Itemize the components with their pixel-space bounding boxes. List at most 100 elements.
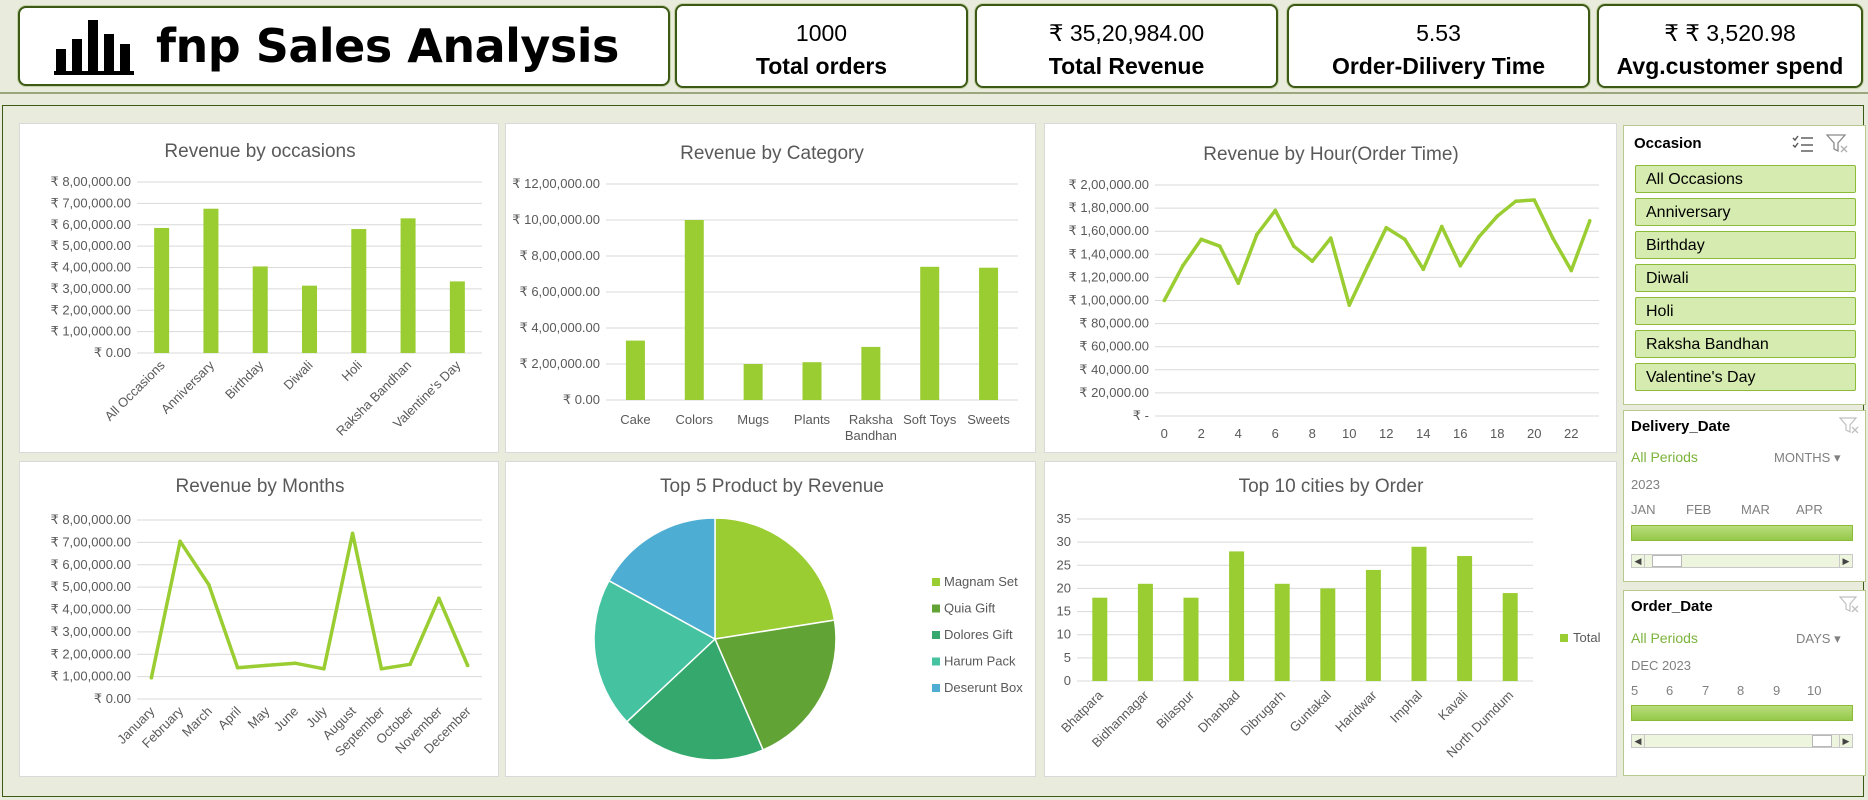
timeline-year: DEC 2023 bbox=[1631, 658, 1691, 673]
slicer-item-raksha-bandhan[interactable]: Raksha Bandhan bbox=[1635, 330, 1856, 358]
bar bbox=[625, 340, 645, 400]
clear-filter-icon[interactable] bbox=[1839, 417, 1859, 435]
timeline-selection-bar[interactable] bbox=[1631, 705, 1853, 721]
timeline-scrollbar[interactable]: ◀ ▶ bbox=[1631, 554, 1853, 568]
data-point bbox=[408, 662, 412, 667]
timeline-tick: APR bbox=[1796, 502, 1823, 517]
slicer-item-all-occasions[interactable]: All Occasions bbox=[1635, 165, 1856, 193]
data-point bbox=[149, 675, 154, 680]
chart-revenue-by-occasions: Revenue by occasions ₹ 0.00 ₹ 1,00,000.00 ₹… bbox=[50, 141, 482, 439]
legend-label: Magnam Set bbox=[944, 574, 1018, 589]
y-tick-label: 25 bbox=[1057, 557, 1071, 572]
clear-filter-icon[interactable] bbox=[1826, 134, 1848, 154]
bar bbox=[203, 208, 219, 353]
bar bbox=[449, 281, 465, 353]
slicer-item-birthday[interactable]: Birthday bbox=[1635, 231, 1856, 259]
data-point bbox=[178, 539, 182, 544]
x-tick-label: Sweets bbox=[967, 412, 1010, 427]
bar bbox=[1229, 551, 1245, 681]
timeline-tick: MAR bbox=[1741, 502, 1770, 517]
timeline-unit-select[interactable]: DAYS ▾ bbox=[1796, 631, 1841, 647]
data-point bbox=[1254, 232, 1259, 237]
y-tick-label: ₹ 4,00,000.00 bbox=[519, 320, 600, 335]
kpi-delivery-time: 5.53 Order-Dilivery Time bbox=[1287, 4, 1590, 88]
panel-revenue-hour: Revenue by Hour(Order Time) ₹ - ₹ 20,000.0… bbox=[1044, 123, 1617, 453]
x-tick-label: Plants bbox=[794, 412, 831, 427]
data-point bbox=[1513, 199, 1518, 203]
x-tick-label: March bbox=[179, 704, 215, 740]
kpi-label: Total orders bbox=[755, 53, 888, 79]
multi-select-icon[interactable] bbox=[1792, 134, 1814, 154]
timeline-period: All Periods bbox=[1631, 449, 1698, 465]
timeline-title: Order_Date bbox=[1631, 598, 1713, 615]
scroll-right-icon[interactable]: ▶ bbox=[1839, 555, 1852, 567]
y-tick-label: ₹ 6,00,000.00 bbox=[519, 284, 600, 299]
timeline-title: Delivery_Date bbox=[1631, 418, 1731, 435]
y-tick-label: ₹ 6,00,000.00 bbox=[50, 217, 131, 232]
x-tick-label: Diwali bbox=[280, 357, 315, 392]
scroll-thumb[interactable] bbox=[1812, 735, 1832, 747]
x-tick-label: 14 bbox=[1416, 426, 1430, 441]
panel-revenue-occasions: Revenue by occasions ₹ 0.00 ₹ 1,00,000.00 ₹… bbox=[19, 123, 499, 453]
legend-label: Dolores Gift bbox=[944, 627, 1013, 642]
x-tick-label: Bilaspur bbox=[1153, 687, 1197, 731]
slicer-item-holi[interactable]: Holi bbox=[1635, 297, 1856, 325]
data-point bbox=[1569, 268, 1574, 273]
y-tick-label: ₹ 0.00 bbox=[94, 691, 131, 706]
series-line bbox=[1162, 198, 1592, 307]
y-tick-label: ₹ 4,00,000.00 bbox=[50, 602, 131, 617]
timeline-year: 2023 bbox=[1631, 477, 1660, 492]
data-point bbox=[1162, 298, 1167, 303]
chart-revenue-by-category: Revenue by Category ₹ 0.00 ₹ 2,00,000.00 ₹ … bbox=[512, 143, 1018, 443]
legend-label: Quia Gift bbox=[944, 601, 996, 616]
timeline-unit-select[interactable]: MONTHS ▾ bbox=[1774, 450, 1841, 466]
data-point bbox=[350, 531, 355, 536]
y-tick-label: ₹ 7,00,000.00 bbox=[50, 534, 131, 549]
x-tick-label: Dhanbad bbox=[1195, 688, 1243, 736]
bar bbox=[252, 266, 268, 353]
chart-top-cities: Top 10 cities by Order05101520253035Bhat… bbox=[1057, 476, 1601, 760]
x-tick-label: 20 bbox=[1527, 426, 1541, 441]
bar bbox=[1411, 546, 1427, 681]
y-tick-label: 20 bbox=[1057, 580, 1071, 595]
clear-filter-icon[interactable] bbox=[1839, 596, 1859, 614]
scroll-left-icon[interactable]: ◀ bbox=[1632, 555, 1645, 567]
timeline-tick: 8 bbox=[1737, 683, 1745, 698]
data-point bbox=[1495, 214, 1500, 218]
kpi-total-revenue: ₹ 35,20,984.00 Total Revenue bbox=[975, 4, 1278, 88]
y-tick-label: 0 bbox=[1064, 673, 1071, 688]
y-tick-label: ₹ 2,00,000.00 bbox=[519, 356, 600, 371]
slicer-item-diwali[interactable]: Diwali bbox=[1635, 264, 1856, 292]
x-tick-label: Cake bbox=[620, 412, 650, 427]
x-tick-label: 16 bbox=[1453, 426, 1467, 441]
x-tick-label: 2 bbox=[1198, 426, 1205, 441]
scroll-right-icon[interactable]: ▶ bbox=[1839, 735, 1852, 747]
data-point bbox=[1458, 264, 1463, 268]
slicer-item-valentines-day[interactable]: Valentine's Day bbox=[1635, 363, 1856, 391]
x-tick-label: 22 bbox=[1564, 426, 1578, 441]
data-point bbox=[1384, 225, 1389, 230]
title-card: fnp Sales Analysis bbox=[18, 6, 670, 86]
y-tick-label: 15 bbox=[1057, 604, 1071, 619]
x-tick-label: Haridwar bbox=[1332, 687, 1380, 735]
series-line bbox=[149, 531, 470, 679]
data-point bbox=[1310, 259, 1315, 264]
timeline-scrollbar[interactable]: ◀ ▶ bbox=[1631, 734, 1853, 748]
x-tick-label: 18 bbox=[1490, 426, 1504, 441]
x-tick-label: Raksha Bandhan bbox=[845, 412, 897, 443]
x-tick-label: Colors bbox=[675, 412, 713, 427]
x-tick-label: Soft Toys bbox=[903, 412, 957, 427]
timeline-selection-bar[interactable] bbox=[1631, 525, 1853, 541]
pie-slice bbox=[714, 517, 836, 640]
x-tick-label: Kavali bbox=[1435, 687, 1471, 723]
chart-title: Revenue by Months bbox=[176, 476, 345, 497]
data-point bbox=[1476, 235, 1481, 239]
scroll-left-icon[interactable]: ◀ bbox=[1632, 735, 1645, 747]
bar bbox=[1274, 583, 1290, 681]
y-tick-label: ₹ 12,00,000.00 bbox=[512, 176, 600, 191]
scroll-thumb[interactable] bbox=[1652, 555, 1682, 567]
kpi-value: ₹ ₹ 3,520.98 bbox=[1664, 20, 1796, 46]
legend-swatch bbox=[932, 578, 940, 586]
y-tick-label: ₹ 0.00 bbox=[563, 392, 600, 407]
slicer-item-anniversary[interactable]: Anniversary bbox=[1635, 198, 1856, 226]
